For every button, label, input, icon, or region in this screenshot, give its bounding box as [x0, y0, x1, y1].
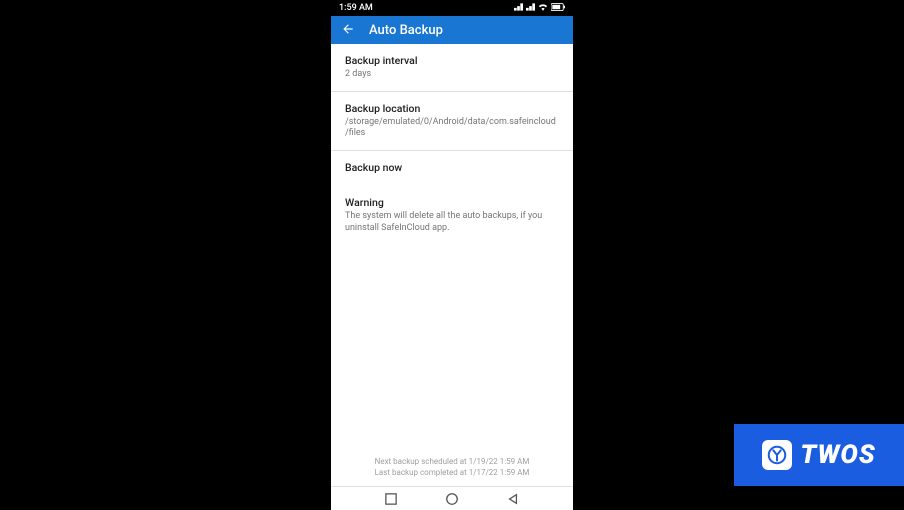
- settings-content: Backup interval 2 days Backup location /…: [331, 44, 573, 486]
- warning-text: The system will delete all the auto back…: [345, 211, 559, 234]
- backup-interval-value: 2 days: [345, 69, 559, 81]
- wifi-icon: [538, 3, 548, 14]
- spacer: [331, 244, 573, 449]
- backup-location-row[interactable]: Backup location /storage/emulated/0/Andr…: [331, 92, 573, 151]
- status-bar: 1:59 AM: [331, 0, 573, 16]
- backup-interval-title: Backup interval: [345, 54, 559, 67]
- next-backup-text: Next backup scheduled at 1/19/22 1:59 AM: [345, 456, 559, 467]
- battery-icon: [551, 3, 565, 14]
- page-title: Auto Backup: [369, 23, 443, 38]
- phone-frame: 1:59 AM Auto Backup Backup interval 2 da…: [331, 0, 573, 510]
- twos-logo-icon: [762, 440, 792, 470]
- nav-bar: [331, 486, 573, 510]
- backup-now-title: Backup now: [345, 161, 559, 174]
- nav-home-icon[interactable]: [445, 492, 459, 506]
- app-bar: Auto Backup: [331, 16, 573, 44]
- twos-badge: TWOS: [734, 424, 904, 486]
- status-time: 1:59 AM: [339, 3, 514, 13]
- signal-icon-1: [514, 3, 523, 14]
- backup-interval-row[interactable]: Backup interval 2 days: [331, 44, 573, 92]
- twos-badge-text: TWOS: [800, 440, 875, 470]
- signal-icon-2: [526, 3, 535, 14]
- last-backup-text: Last backup completed at 1/17/22 1:59 AM: [345, 467, 559, 478]
- back-icon[interactable]: [341, 21, 355, 40]
- footer-info: Next backup scheduled at 1/19/22 1:59 AM…: [331, 450, 573, 486]
- nav-back-icon[interactable]: [507, 493, 519, 505]
- backup-now-row[interactable]: Backup now: [331, 151, 573, 186]
- warning-block: Warning The system will delete all the a…: [331, 186, 573, 244]
- warning-title: Warning: [345, 196, 559, 209]
- backup-location-value: /storage/emulated/0/Android/data/com.saf…: [345, 117, 559, 140]
- backup-location-title: Backup location: [345, 102, 559, 115]
- nav-recent-icon[interactable]: [385, 493, 397, 505]
- status-icons: [514, 3, 565, 14]
